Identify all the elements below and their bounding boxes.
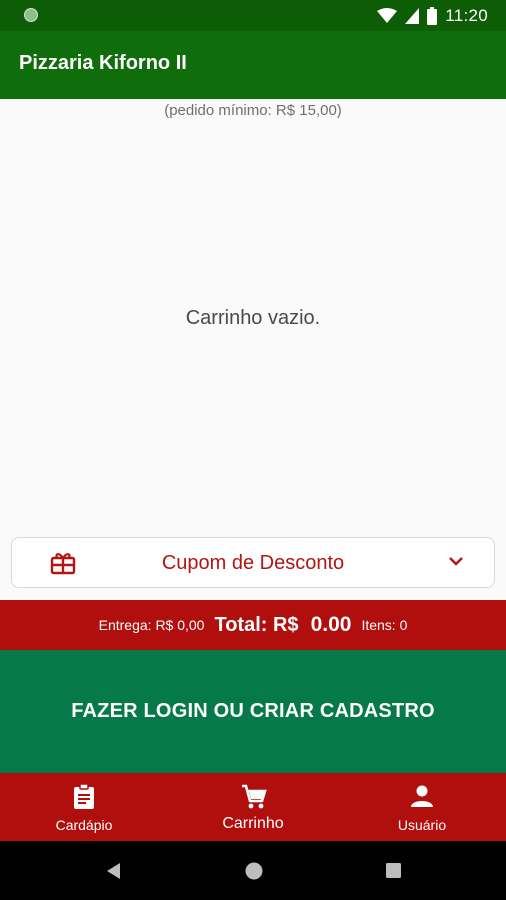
coupon-label: Cupom de Desconto [161,552,345,574]
items-count: Itens: 0 [361,617,408,633]
bottom-navigation: Cardápio Carrinho Usuário [0,773,506,841]
status-bar: 11:20 [0,0,506,31]
person-icon [411,785,433,807]
home-icon[interactable] [244,861,264,881]
status-icons: 11:20 [377,5,488,27]
cart-icon [242,784,267,809]
nav-item-carrinho[interactable]: Carrinho [193,773,313,841]
app-bar: Pizzaria Kiforno II [0,31,506,99]
nav-item-cardapio[interactable]: Cardápio [24,773,144,841]
page-title: Pizzaria Kiforno II [19,52,187,74]
coupon-dropdown[interactable]: Cupom de Desconto [11,537,495,588]
clipboard-icon [74,784,94,809]
notification-dot-icon [24,8,38,22]
login-or-register-button[interactable]: FAZER LOGIN OU CRIAR CADASTRO [0,650,506,773]
empty-cart-message: Carrinho vazio. [185,307,321,329]
back-icon[interactable] [104,861,122,881]
chevron-down-icon [449,557,463,566]
signal-icon [405,8,420,24]
wifi-icon [377,8,398,23]
battery-icon [427,7,438,25]
system-navigation-bar [0,841,506,900]
totals-bar: Entrega: R$ 0,00 Total: R$ 0.00 Itens: 0 [0,600,506,650]
nav-label-cardapio: Cardápio [55,817,113,833]
nav-label-usuario: Usuário [397,817,447,833]
recents-icon[interactable] [385,862,402,879]
status-time: 11:20 [445,6,488,25]
delivery-fee: Entrega: R$ 0,00 [98,617,205,633]
total-value: 0.00 [310,613,352,636]
nav-label-carrinho: Carrinho [222,815,284,832]
minimum-order-text: (pedido mínimo: R$ 15,00) [164,102,342,119]
total-label: Total: R$ [214,613,299,636]
nav-item-usuario[interactable]: Usuário [362,773,482,841]
